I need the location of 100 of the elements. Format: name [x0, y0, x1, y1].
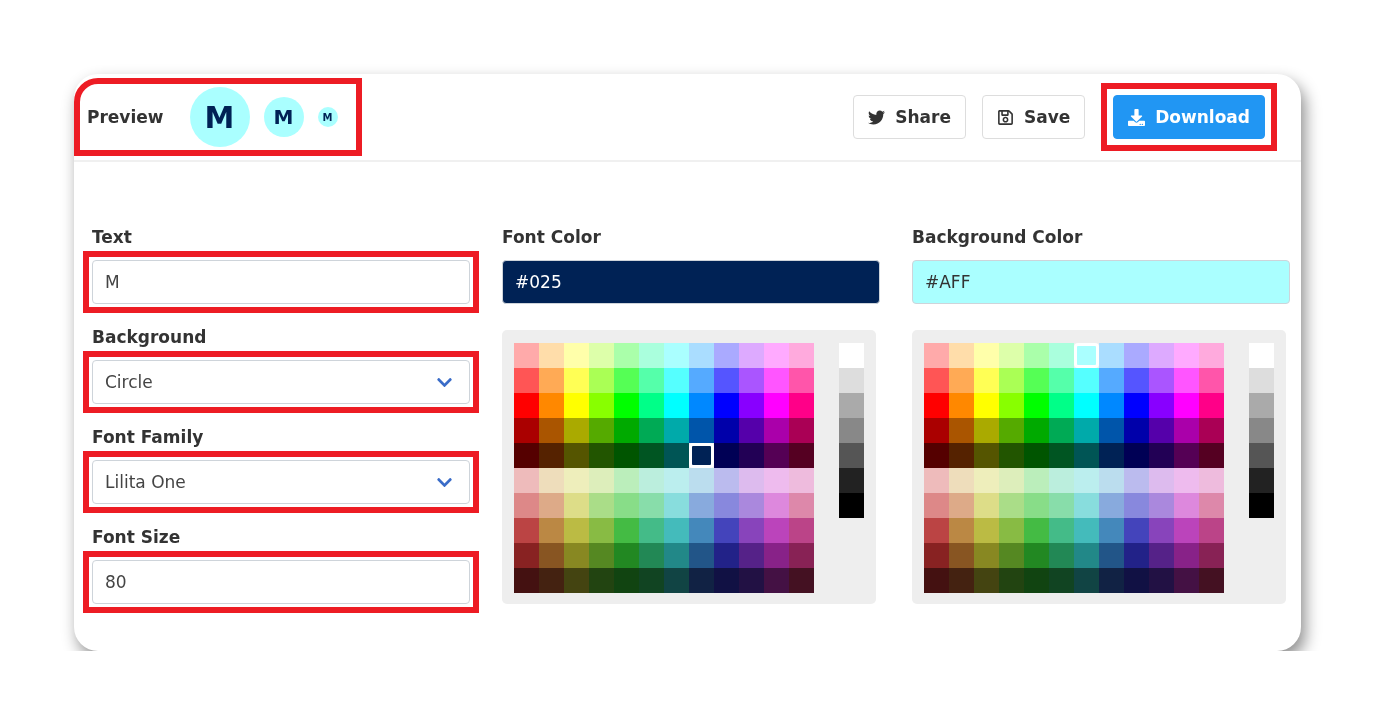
color-swatch[interactable] — [1124, 468, 1149, 493]
color-swatch[interactable] — [789, 343, 814, 368]
color-swatch[interactable] — [614, 468, 639, 493]
color-swatch[interactable] — [614, 443, 639, 468]
color-swatch[interactable] — [689, 543, 714, 568]
color-swatch[interactable] — [999, 543, 1024, 568]
color-swatch[interactable] — [1024, 493, 1049, 518]
color-swatch[interactable] — [764, 368, 789, 393]
color-swatch[interactable] — [589, 468, 614, 493]
color-swatch[interactable] — [924, 518, 949, 543]
color-swatch[interactable] — [739, 393, 764, 418]
color-swatch[interactable] — [949, 543, 974, 568]
color-swatch[interactable] — [1174, 418, 1199, 443]
color-swatch[interactable] — [514, 493, 539, 518]
color-swatch[interactable] — [999, 568, 1024, 593]
color-swatch[interactable] — [714, 468, 739, 493]
color-swatch[interactable] — [974, 393, 999, 418]
color-swatch[interactable] — [1174, 468, 1199, 493]
color-swatch[interactable] — [639, 543, 664, 568]
shade-swatch[interactable] — [839, 493, 864, 518]
color-swatch[interactable] — [1024, 443, 1049, 468]
color-swatch[interactable] — [764, 393, 789, 418]
color-swatch[interactable] — [1199, 443, 1224, 468]
color-swatch[interactable] — [639, 568, 664, 593]
color-swatch[interactable] — [614, 493, 639, 518]
color-swatch[interactable] — [1149, 418, 1174, 443]
color-swatch[interactable] — [1149, 568, 1174, 593]
color-swatch[interactable] — [974, 418, 999, 443]
color-swatch[interactable] — [764, 343, 789, 368]
color-swatch[interactable] — [1049, 393, 1074, 418]
color-swatch[interactable] — [1099, 418, 1124, 443]
color-swatch[interactable] — [1099, 393, 1124, 418]
color-swatch[interactable] — [949, 518, 974, 543]
color-swatch[interactable] — [1024, 393, 1049, 418]
color-swatch[interactable] — [974, 468, 999, 493]
color-swatch[interactable] — [924, 443, 949, 468]
color-swatch[interactable] — [1049, 518, 1074, 543]
color-swatch[interactable] — [564, 518, 589, 543]
color-swatch[interactable] — [1049, 493, 1074, 518]
color-swatch[interactable] — [1149, 493, 1174, 518]
color-swatch[interactable] — [589, 543, 614, 568]
color-swatch[interactable] — [949, 418, 974, 443]
color-swatch[interactable] — [789, 368, 814, 393]
color-swatch[interactable] — [924, 368, 949, 393]
color-swatch[interactable] — [739, 518, 764, 543]
color-swatch[interactable] — [664, 393, 689, 418]
color-swatch[interactable] — [764, 568, 789, 593]
shade-swatch[interactable] — [1249, 343, 1274, 368]
color-swatch[interactable] — [639, 493, 664, 518]
color-swatch[interactable] — [1199, 393, 1224, 418]
color-swatch[interactable] — [739, 443, 764, 468]
color-swatch[interactable] — [1124, 443, 1149, 468]
color-swatch[interactable] — [714, 493, 739, 518]
shade-swatch[interactable] — [1249, 418, 1274, 443]
color-swatch[interactable] — [924, 418, 949, 443]
shade-swatch[interactable] — [1249, 443, 1274, 468]
color-swatch[interactable] — [564, 568, 589, 593]
color-swatch[interactable] — [614, 368, 639, 393]
color-swatch[interactable] — [689, 493, 714, 518]
color-swatch[interactable] — [949, 493, 974, 518]
color-swatch[interactable] — [1124, 518, 1149, 543]
color-swatch[interactable] — [664, 343, 689, 368]
color-swatch[interactable] — [999, 418, 1024, 443]
color-swatch[interactable] — [614, 418, 639, 443]
color-swatch[interactable] — [1074, 468, 1099, 493]
color-swatch[interactable] — [689, 393, 714, 418]
color-swatch[interactable] — [739, 418, 764, 443]
color-swatch[interactable] — [689, 443, 714, 468]
color-swatch[interactable] — [764, 443, 789, 468]
color-swatch[interactable] — [949, 568, 974, 593]
color-swatch[interactable] — [1199, 543, 1224, 568]
color-swatch[interactable] — [999, 468, 1024, 493]
color-swatch[interactable] — [764, 518, 789, 543]
color-swatch[interactable] — [1074, 343, 1099, 368]
color-swatch[interactable] — [564, 443, 589, 468]
color-swatch[interactable] — [1099, 468, 1124, 493]
color-swatch[interactable] — [999, 393, 1024, 418]
color-swatch[interactable] — [639, 468, 664, 493]
color-swatch[interactable] — [539, 493, 564, 518]
color-swatch[interactable] — [974, 343, 999, 368]
color-swatch[interactable] — [514, 543, 539, 568]
color-swatch[interactable] — [1049, 418, 1074, 443]
color-swatch[interactable] — [1049, 443, 1074, 468]
color-swatch[interactable] — [514, 518, 539, 543]
color-swatch[interactable] — [1124, 493, 1149, 518]
color-swatch[interactable] — [1174, 493, 1199, 518]
shade-swatch[interactable] — [1249, 468, 1274, 493]
color-swatch[interactable] — [789, 493, 814, 518]
color-swatch[interactable] — [589, 568, 614, 593]
color-swatch[interactable] — [1099, 343, 1124, 368]
color-swatch[interactable] — [949, 393, 974, 418]
color-swatch[interactable] — [639, 343, 664, 368]
color-swatch[interactable] — [1199, 518, 1224, 543]
color-swatch[interactable] — [564, 368, 589, 393]
color-swatch[interactable] — [789, 393, 814, 418]
color-swatch[interactable] — [539, 418, 564, 443]
color-swatch[interactable] — [664, 543, 689, 568]
color-swatch[interactable] — [1049, 543, 1074, 568]
color-swatch[interactable] — [1124, 418, 1149, 443]
color-swatch[interactable] — [564, 543, 589, 568]
